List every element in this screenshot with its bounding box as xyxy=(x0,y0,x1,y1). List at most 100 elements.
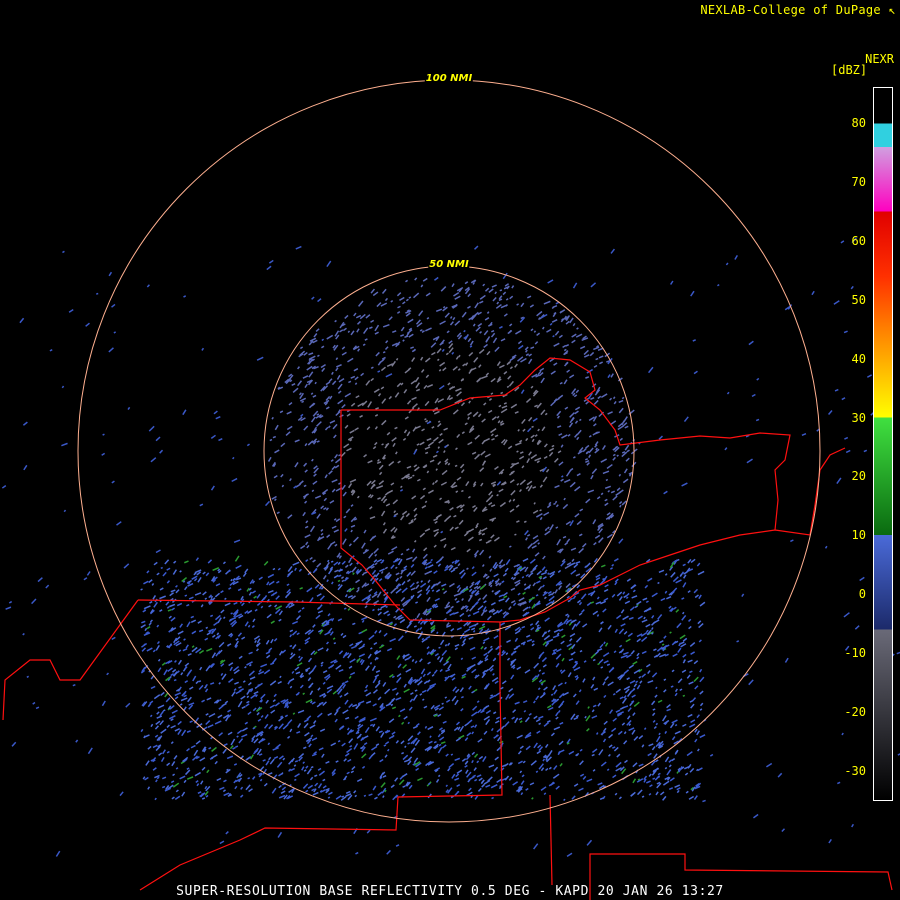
echo-gate xyxy=(483,330,489,336)
echo-gate xyxy=(604,498,608,502)
echo-gate xyxy=(319,728,326,732)
echo-gate xyxy=(696,748,700,752)
echo-gate xyxy=(421,505,427,509)
echo-gate xyxy=(545,767,549,772)
echo-gate xyxy=(517,340,523,345)
echo-gate xyxy=(302,783,309,789)
echo-gate xyxy=(363,454,368,458)
echo-gate xyxy=(637,615,643,620)
echo-gate xyxy=(709,753,714,757)
echo-gate xyxy=(688,795,695,800)
echo-gate xyxy=(435,581,442,586)
echo-gate xyxy=(580,573,586,579)
echo-gate xyxy=(541,657,547,663)
echo-gate xyxy=(612,746,616,749)
echo-gate xyxy=(416,581,420,584)
echo-gate xyxy=(530,328,534,332)
echo-gate xyxy=(172,773,176,777)
state-boundary xyxy=(341,357,791,531)
echo-gate xyxy=(251,590,257,594)
echo-gate xyxy=(426,635,431,639)
echo-gate xyxy=(477,597,482,602)
echo-gate xyxy=(503,313,508,317)
echo-gate xyxy=(178,649,182,653)
echo-gate xyxy=(532,486,537,489)
echo-gate xyxy=(469,583,474,589)
echo-gate xyxy=(435,589,441,593)
echo-gate xyxy=(528,358,533,365)
echo-gate xyxy=(228,678,234,683)
echo-gate xyxy=(450,605,454,609)
echo-gate xyxy=(290,652,294,656)
echo-gate xyxy=(310,766,314,769)
echo-gate xyxy=(621,396,625,400)
echo-gate xyxy=(555,504,559,508)
echo-gate xyxy=(326,641,330,645)
echo-gate xyxy=(506,639,511,644)
echo-gate xyxy=(702,799,706,803)
echo-gate xyxy=(382,528,388,534)
echo-gate xyxy=(565,470,571,477)
echo-gate xyxy=(595,357,599,361)
echo-gate xyxy=(384,688,391,695)
echo-gate xyxy=(19,317,25,324)
echo-gate xyxy=(317,687,321,691)
echo-gate xyxy=(174,692,182,697)
echo-gate xyxy=(157,667,162,673)
echo-gate xyxy=(158,752,163,756)
echo-gate xyxy=(483,343,488,349)
echo-gate xyxy=(410,570,416,576)
echo-gate xyxy=(424,400,430,407)
echo-gate xyxy=(395,566,398,570)
echo-gate xyxy=(204,688,209,693)
echo-gate xyxy=(509,545,512,548)
echo-gate xyxy=(184,662,190,667)
echo-gate xyxy=(289,634,293,638)
echo-gate xyxy=(294,778,297,782)
echo-gate xyxy=(257,718,262,722)
echo-gate xyxy=(433,531,439,537)
echo-gate xyxy=(454,295,461,300)
echo-gate xyxy=(256,593,261,599)
echo-gate xyxy=(388,316,393,321)
echo-gate xyxy=(266,613,272,619)
echo-gate xyxy=(392,330,397,333)
echo-gate xyxy=(633,735,639,741)
echo-gate xyxy=(434,479,439,484)
echo-gate xyxy=(474,753,479,758)
echo-gate xyxy=(437,563,442,567)
echo-gate xyxy=(312,394,317,398)
echo-gate xyxy=(543,634,551,641)
echo-gate xyxy=(304,383,308,389)
echo-gate xyxy=(162,749,166,755)
echo-gate xyxy=(651,700,656,706)
echo-gate xyxy=(269,680,277,686)
echo-gate xyxy=(123,563,130,569)
echo-gate xyxy=(699,676,705,683)
echo-gate xyxy=(790,539,794,543)
echo-gate xyxy=(698,639,702,643)
echo-gate xyxy=(777,772,783,778)
echo-gate xyxy=(279,410,284,414)
echo-gate xyxy=(411,659,415,662)
echo-gate xyxy=(343,443,350,449)
echo-gate xyxy=(494,434,499,438)
echo-gate xyxy=(445,784,449,788)
echo-gate xyxy=(374,682,381,689)
echo-gate xyxy=(642,597,648,601)
echo-gate xyxy=(165,697,171,703)
echo-gate xyxy=(374,674,380,678)
echo-gate xyxy=(657,699,663,703)
echo-gate xyxy=(590,683,595,689)
echo-gate xyxy=(8,600,13,604)
echo-gate xyxy=(508,687,514,693)
echo-gate xyxy=(202,571,206,575)
echo-gate xyxy=(433,740,437,744)
echo-gate xyxy=(560,444,564,448)
echo-gate xyxy=(330,560,334,563)
echo-gate xyxy=(168,615,172,619)
echo-gate xyxy=(543,300,551,305)
echo-gate xyxy=(436,348,442,354)
echo-gate xyxy=(256,356,264,361)
echo-gate xyxy=(342,634,347,639)
